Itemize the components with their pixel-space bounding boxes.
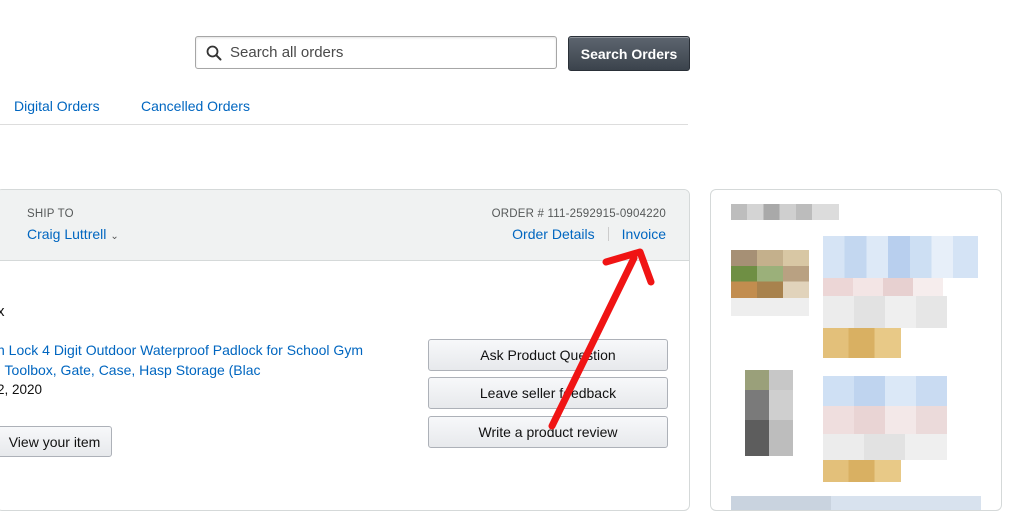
delivery-status: x — [0, 303, 5, 320]
blurred-pixel — [731, 298, 809, 316]
blurred-price — [823, 460, 901, 482]
search-orders-button[interactable]: Search Orders — [568, 36, 690, 71]
blurred-pixel — [745, 390, 793, 420]
invoice-link[interactable]: Invoice — [622, 226, 666, 242]
ship-to-label: SHIP TO — [27, 208, 74, 220]
blurred-pixel — [731, 496, 981, 510]
ship-to-name-text[interactable]: Craig Luttrell — [27, 226, 106, 242]
ask-product-question-button[interactable]: Ask Product Question — [428, 339, 668, 371]
view-your-item-button[interactable]: View your item — [0, 426, 112, 457]
chevron-down-icon[interactable]: ⌄ — [110, 231, 118, 242]
order-header: SHIP TO Craig Luttrell ⌄ ORDER # 111-2592… — [0, 190, 689, 261]
blurred-pixel — [757, 250, 783, 298]
product-title-line-2[interactable]: , Toolbox, Gate, Case, Hasp Storage (Bla… — [0, 360, 407, 380]
order-links: Order Details Invoice — [512, 226, 666, 242]
order-card: SHIP TO Craig Luttrell ⌄ ORDER # 111-2592… — [0, 189, 690, 511]
link-divider — [607, 227, 609, 241]
blurred-product-text — [823, 376, 947, 406]
search-input[interactable] — [228, 43, 532, 62]
blurred-pixel — [823, 434, 947, 460]
order-number: ORDER # 111-2592915-0904220 — [491, 208, 666, 220]
tab-cancelled-orders[interactable]: Cancelled Orders — [141, 98, 250, 114]
blurred-pixel — [823, 296, 947, 328]
blurred-heading — [731, 204, 839, 220]
blurred-pixel — [745, 420, 793, 456]
leave-seller-feedback-button[interactable]: Leave seller feedback — [428, 377, 668, 409]
recommendations-sidebar — [710, 189, 1002, 511]
search-icon — [206, 45, 222, 60]
order-details-link[interactable]: Order Details — [512, 226, 594, 242]
ship-to-name[interactable]: Craig Luttrell ⌄ — [27, 226, 119, 242]
order-tabs: Digital Orders Cancelled Orders — [0, 96, 688, 125]
blurred-product-text — [823, 236, 978, 278]
blurred-price — [823, 328, 901, 358]
blurred-pixel — [783, 250, 809, 298]
tab-digital-orders[interactable]: Digital Orders — [14, 98, 100, 114]
blurred-pixel — [823, 278, 943, 296]
blurred-pixel — [745, 370, 793, 390]
search-box[interactable] — [195, 36, 557, 69]
product-title-line-1[interactable]: n Lock 4 Digit Outdoor Waterproof Padloc… — [0, 340, 407, 360]
product-title-link[interactable]: n Lock 4 Digit Outdoor Waterproof Padloc… — [0, 340, 407, 380]
blurred-pixel — [823, 406, 947, 434]
return-date: 2, 2020 — [0, 382, 43, 397]
write-product-review-button[interactable]: Write a product review — [428, 416, 668, 448]
blurred-pixel — [731, 250, 757, 298]
